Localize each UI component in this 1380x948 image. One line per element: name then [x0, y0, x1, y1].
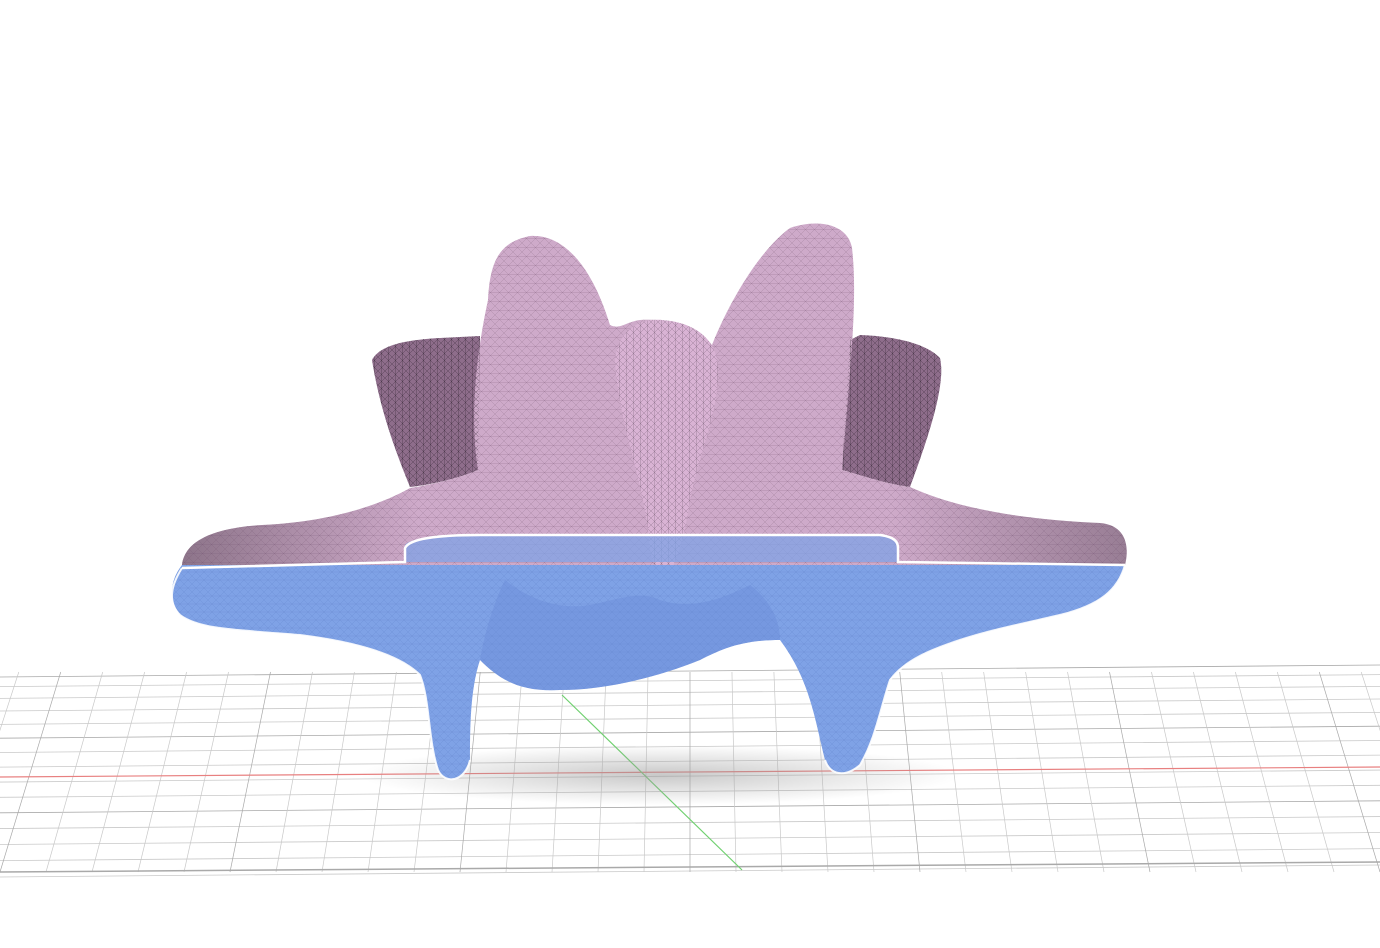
scene-canvas[interactable]	[0, 0, 1380, 948]
grid-line	[183, 671, 229, 873]
grid-line	[1235, 671, 1289, 873]
grid-line	[137, 671, 187, 873]
lower-body-folds	[480, 580, 780, 691]
cut-plane	[405, 535, 898, 562]
grid-line	[321, 671, 355, 873]
3d-viewport[interactable]	[0, 0, 1380, 948]
grid-line	[91, 671, 145, 873]
grid-line	[1276, 671, 1335, 873]
grid-line	[1067, 671, 1105, 873]
grid-line	[45, 671, 104, 873]
